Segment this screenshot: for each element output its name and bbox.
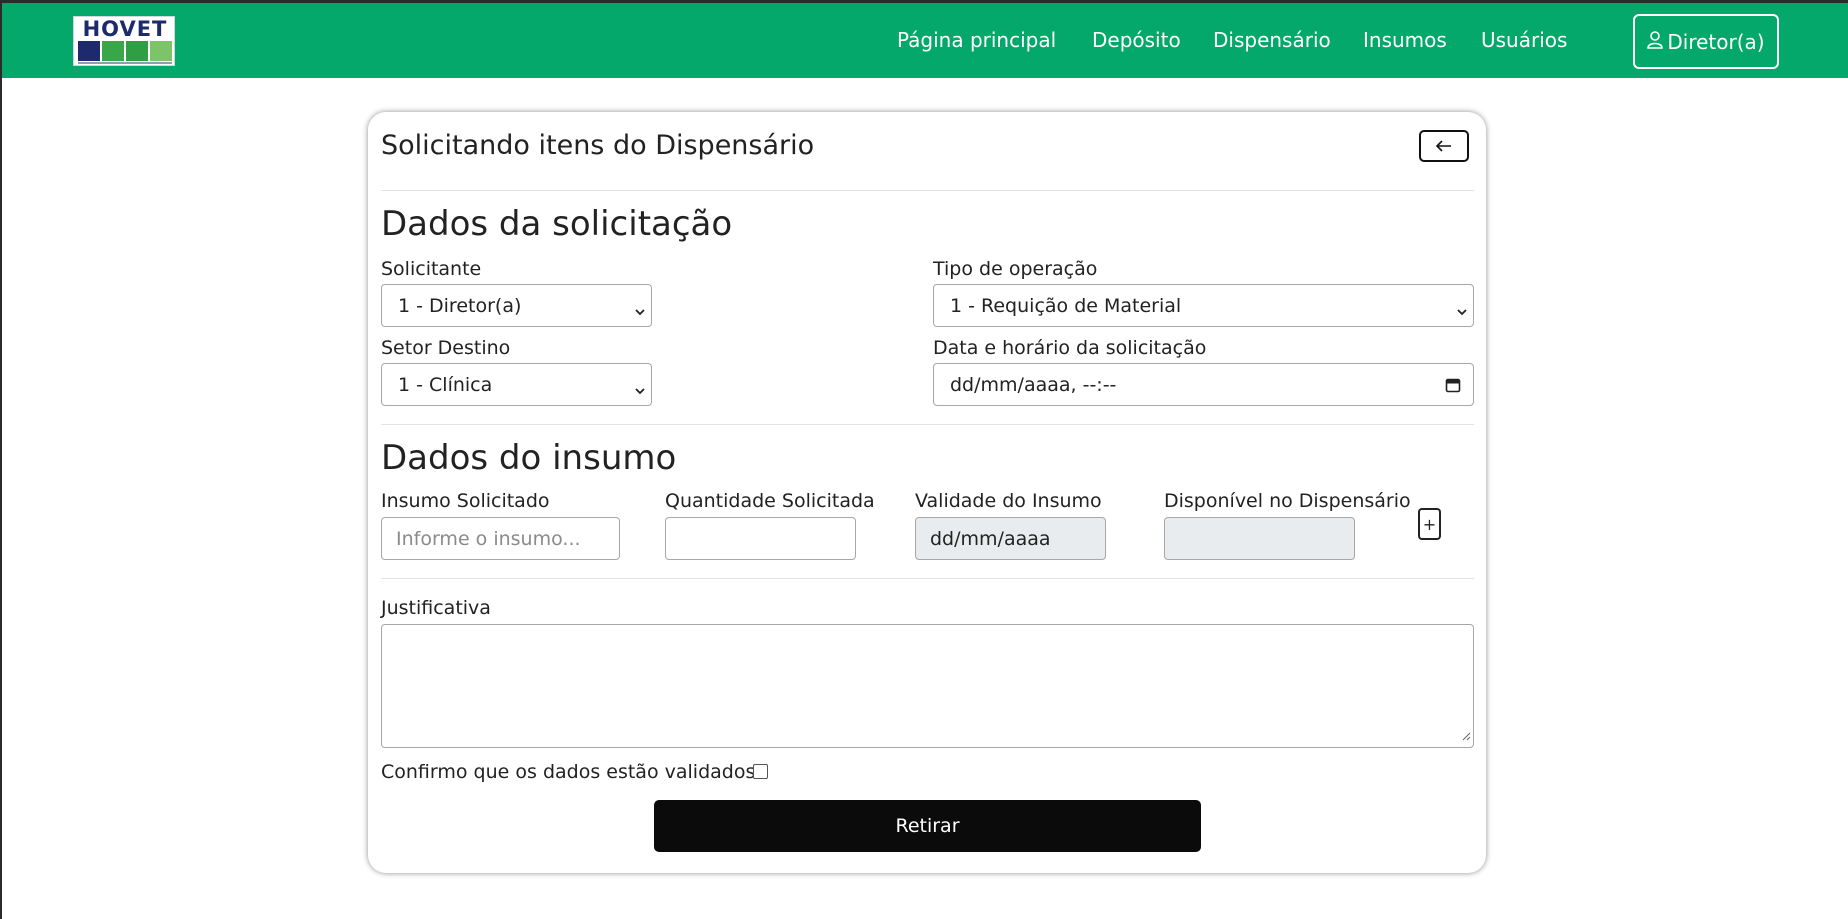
retirar-button[interactable]: Retirar (654, 800, 1201, 852)
divider (381, 578, 1474, 579)
data-horario-value: dd/mm/aaaa, --:-- (950, 373, 1117, 396)
solicitante-label: Solicitante (381, 258, 482, 280)
confirm-label: Confirmo que os dados estão validados (381, 761, 756, 783)
data-horario-label: Data e horário da solicitação (933, 337, 1207, 359)
setor-destino-value: 1 - Clínica (398, 373, 493, 396)
validade-value: dd/mm/aaaa (930, 527, 1051, 550)
resize-handle-icon[interactable] (1462, 726, 1471, 745)
validade-input: dd/mm/aaaa (915, 517, 1106, 560)
quantidade-label: Quantidade Solicitada (665, 490, 875, 512)
insumo-input[interactable]: Informe o insumo... (381, 517, 620, 560)
retirar-label: Retirar (895, 815, 960, 837)
request-card: Solicitando itens do Dispensário Dados d… (368, 112, 1486, 873)
logo-tiles (78, 41, 172, 61)
setor-destino-label: Setor Destino (381, 337, 511, 359)
chevron-down-icon (1457, 300, 1467, 316)
section-title-item: Dados do insumo (381, 438, 677, 478)
section-title-request: Dados da solicitação (381, 204, 733, 244)
hovet-logo[interactable]: HOVET (73, 16, 175, 66)
solicitante-value: 1 - Diretor(a) (398, 294, 522, 317)
disponivel-input (1164, 517, 1355, 560)
back-button[interactable] (1419, 130, 1469, 162)
tipo-operacao-label: Tipo de operação (933, 258, 1098, 280)
tipo-operacao-value: 1 - Requição de Material (950, 294, 1182, 317)
insumo-placeholder: Informe o insumo... (396, 527, 581, 550)
disponivel-label: Disponível no Dispensário (1164, 490, 1411, 512)
chevron-down-icon (635, 300, 645, 316)
user-icon (1647, 30, 1664, 54)
setor-destino-select[interactable]: 1 - Clínica (381, 363, 652, 406)
user-menu-label: Diretor(a) (1667, 29, 1765, 54)
nav-link-home[interactable]: Página principal (897, 28, 1056, 52)
tipo-operacao-select[interactable]: 1 - Requição de Material (933, 284, 1474, 327)
validade-label: Validade do Insumo (915, 490, 1102, 512)
justificativa-label: Justificativa (381, 597, 491, 619)
page-title: Solicitando itens do Dispensário (381, 130, 815, 161)
nav-link-insumos[interactable]: Insumos (1363, 28, 1447, 52)
nav-link-dispensario[interactable]: Dispensário (1213, 28, 1331, 52)
solicitante-select[interactable]: 1 - Diretor(a) (381, 284, 652, 327)
justificativa-textarea[interactable] (381, 624, 1474, 748)
top-navbar: HOVET Página principal Depósito Dispensá… (2, 3, 1848, 78)
logo-tagline (78, 62, 172, 64)
nav-link-usuarios[interactable]: Usuários (1481, 28, 1567, 52)
calendar-icon[interactable] (1445, 376, 1461, 398)
add-item-button[interactable]: + (1418, 508, 1441, 540)
arrow-left-icon (1435, 137, 1453, 156)
logo-wordmark: HOVET (82, 17, 168, 41)
chevron-down-icon (635, 379, 645, 395)
data-horario-input[interactable]: dd/mm/aaaa, --:-- (933, 363, 1474, 406)
confirm-checkbox[interactable] (753, 764, 768, 779)
nav-link-deposito[interactable]: Depósito (1092, 28, 1181, 52)
insumo-label: Insumo Solicitado (381, 490, 550, 512)
quantidade-input[interactable] (665, 517, 856, 560)
divider (381, 190, 1474, 191)
user-menu-button[interactable]: Diretor(a) (1633, 14, 1779, 69)
divider (381, 424, 1474, 425)
plus-icon: + (1422, 514, 1437, 534)
